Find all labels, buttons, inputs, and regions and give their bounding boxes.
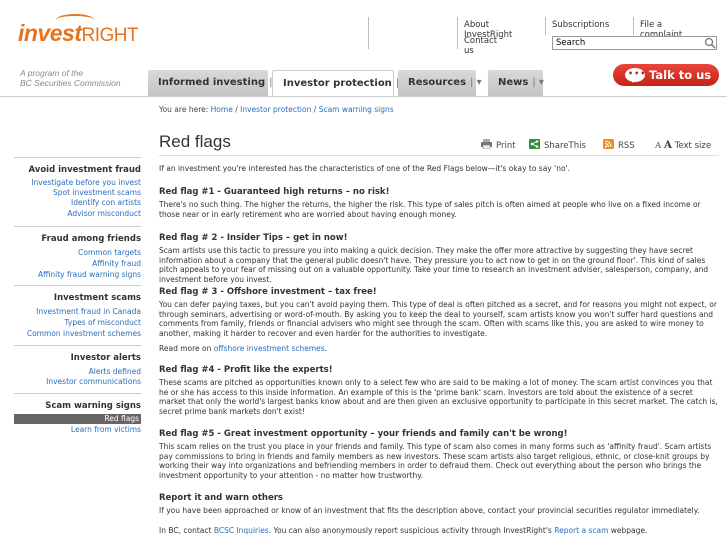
sidebar-item-affinity-warning[interactable]: Affinity fraud warning signs [38, 270, 141, 279]
sidebar-item-red-flags[interactable]: Red flags [14, 414, 141, 424]
breadcrumb: You are here: Home / Investor protection… [159, 105, 394, 114]
red-flag-2-heading: Red flag # 2 - Insider Tips – get in now… [159, 233, 348, 243]
top-links-divider [545, 17, 546, 35]
share-icon [529, 139, 540, 149]
top-links-divider [633, 17, 634, 35]
sidebar-heading-fraud-friends[interactable]: Fraud among friends [14, 226, 141, 244]
rss-button[interactable]: RSS [603, 139, 635, 151]
search-input[interactable] [552, 36, 717, 50]
text-size-small[interactable]: A [655, 141, 661, 151]
sidebar-item-alerts-defined[interactable]: Alerts defined [89, 367, 141, 376]
sidebar-item-con-artists[interactable]: Identify con artists [71, 198, 141, 207]
read-more-prefix: Read more on [159, 344, 212, 353]
share-label: ShareThis [544, 141, 586, 151]
read-more-suffix: . [324, 344, 328, 353]
bc-prefix: In BC, contact [159, 526, 212, 535]
rss-icon [603, 139, 614, 149]
sidebar-item-investor-communications[interactable]: Investor communications [46, 377, 141, 386]
breadcrumb-investor-protection[interactable]: Investor protection [240, 105, 311, 114]
report-scam-link[interactable]: Report a scam [554, 526, 608, 535]
top-links-divider [457, 17, 458, 49]
sidebar-item-common-schemes[interactable]: Common investment schemes [27, 329, 141, 338]
sharethis-button[interactable]: ShareThis [529, 139, 586, 151]
printer-icon [481, 139, 492, 149]
bc-middle: . You can also anonymously report suspic… [268, 526, 552, 535]
page-title: Red flags [159, 132, 231, 151]
red-flag-5-heading: Red flag #5 - Great investment opportuni… [159, 429, 568, 439]
sidebar-item-learn-victims[interactable]: Learn from victims [71, 425, 141, 434]
breadcrumb-prefix: You are here: [159, 105, 209, 114]
rss-label: RSS [618, 141, 635, 151]
red-flag-4-heading: Red flag #4 - Profit like the experts! [159, 365, 333, 375]
red-flag-4-text: These scams are pitched as opportunities… [159, 378, 718, 416]
breadcrumb-sep: / [313, 105, 317, 114]
breadcrumb-home[interactable]: Home [211, 105, 233, 114]
tab-investor-protection[interactable]: Investor protection| ▾ [272, 70, 407, 97]
subscriptions-link[interactable]: Subscriptions [552, 20, 609, 30]
talk-to-us-label: Talk to us [649, 68, 712, 82]
contact-link[interactable]: Contact us [464, 36, 497, 56]
sidebar-item-spot-scams[interactable]: Spot investment scams [53, 188, 141, 197]
sidebar-heading-investment-scams[interactable]: Investment scams [14, 285, 141, 303]
logo-swoosh [56, 14, 94, 26]
red-flag-3-text: You can defer paying taxes, but you can'… [159, 300, 717, 338]
sidebar-heading-scam-warning[interactable]: Scam warning signs [14, 393, 141, 411]
sidebar-item-investigate[interactable]: Investigate before you invest [31, 178, 141, 187]
red-flag-1-text: There's no such thing. The higher the re… [159, 200, 701, 219]
title-divider [159, 155, 719, 156]
red-flag-1-heading: Red flag #1 - Guaranteed high returns – … [159, 187, 390, 197]
breadcrumb-current[interactable]: Scam warning signs [319, 105, 394, 114]
red-flag-5-text: This scam relies on the trust you place … [159, 442, 712, 480]
tab-informed-investing[interactable]: Informed investing| ▾ [148, 70, 281, 96]
tagline-line-1: A program of the [20, 68, 83, 78]
red-flag-2-text: Scam artists use this tactic to pressure… [159, 246, 709, 284]
red-flag-3-heading: Red flag # 3 - Offshore investment – tax… [159, 287, 377, 297]
tab-news[interactable]: News | ▾ [488, 70, 544, 96]
tagline-line-2: BC Securities Commission [20, 78, 121, 88]
investright-logo[interactable]: investRIGHT [18, 14, 139, 47]
text-size-label: Text size [674, 141, 712, 151]
chat-dots: ••• [628, 69, 647, 78]
tagline: A program of the BC Securities Commissio… [20, 68, 121, 88]
sidebar-item-affinity-fraud[interactable]: Affinity fraud [92, 259, 141, 268]
header-divider [368, 17, 369, 49]
offshore-read-more: Read more on offshore investment schemes… [159, 344, 721, 354]
talk-to-us-button[interactable]: ••• Talk to us [613, 64, 719, 86]
print-button[interactable]: Print [481, 139, 516, 151]
bc-contact-text: In BC, contact BCSC Inquiries. You can a… [159, 526, 721, 536]
sidebar-item-advisor-misconduct[interactable]: Advisor misconduct [67, 209, 141, 218]
print-label: Print [496, 141, 516, 151]
search-icon[interactable] [704, 37, 716, 49]
text-size-control[interactable]: A A Text size [655, 139, 711, 151]
sidebar-heading-avoid-fraud[interactable]: Avoid investment fraud [14, 157, 141, 175]
nav-underline [0, 96, 727, 97]
text-size-large[interactable]: A [664, 139, 672, 151]
sidebar-item-common-targets[interactable]: Common targets [78, 248, 141, 257]
intro-text: If an investment you're interested has t… [159, 164, 570, 173]
breadcrumb-sep: / [235, 105, 238, 114]
bcsc-inquiries-link[interactable]: BCSC Inquiries [214, 526, 269, 535]
sidebar-item-misconduct-types[interactable]: Types of misconduct [65, 318, 141, 327]
offshore-schemes-link[interactable]: offshore investment schemes [214, 344, 325, 353]
tab-resources[interactable]: Resources | ▾ [398, 70, 482, 96]
sidebar-item-fraud-canada[interactable]: Investment fraud in Canada [36, 307, 141, 316]
report-heading: Report it and warn others [159, 493, 283, 503]
bc-suffix: webpage. [610, 526, 648, 535]
sidebar-heading-investor-alerts[interactable]: Investor alerts [14, 345, 141, 363]
report-text: If you have been approached or know of a… [159, 506, 700, 515]
